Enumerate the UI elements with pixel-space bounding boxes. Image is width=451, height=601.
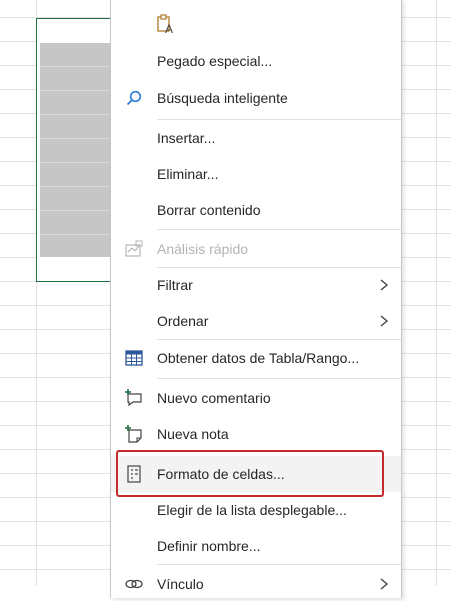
menu-item-label: Definir nombre...	[157, 538, 261, 554]
context-menu: A Pegado especial... Búsqueda inteligent…	[110, 0, 402, 598]
menu-separator	[157, 119, 401, 120]
menu-item-label: Búsqueda inteligente	[157, 90, 288, 106]
menu-item-label: Elegir de la lista desplegable...	[157, 502, 347, 518]
paste-text-icon[interactable]: A	[155, 13, 177, 35]
menu-item-label: Nuevo comentario	[157, 390, 271, 406]
selected-cells-fill	[40, 43, 111, 257]
menu-item-insert[interactable]: Insertar...	[111, 121, 401, 155]
menu-item-quick-analysis: Análisis rápido	[111, 232, 401, 266]
menu-item-new-note[interactable]: Nueva nota	[111, 417, 401, 451]
selected-range[interactable]	[36, 18, 112, 282]
menu-item-paste-special[interactable]: Pegado especial...	[111, 44, 401, 78]
cell-divider	[40, 186, 111, 187]
chevron-right-icon	[377, 278, 391, 292]
menu-item-label: Pegado especial...	[157, 53, 273, 69]
annotation-highlight-box	[116, 450, 384, 497]
cell-divider	[40, 66, 111, 67]
menu-item-pick-list[interactable]: Elegir de la lista desplegable...	[111, 493, 401, 527]
menu-item-label: Nueva nota	[157, 426, 229, 442]
menu-item-label: Análisis rápido	[157, 241, 249, 257]
cell-divider	[40, 234, 111, 235]
menu-item-label: Filtrar	[157, 277, 193, 293]
cell-divider	[40, 138, 111, 139]
cell-divider	[40, 210, 111, 211]
menu-item-link[interactable]: Vínculo	[111, 567, 401, 601]
menu-item-define-name[interactable]: Definir nombre...	[111, 529, 401, 563]
quick-analysis-icon	[123, 238, 145, 260]
cell-divider	[40, 114, 111, 115]
search-icon	[123, 87, 145, 109]
chevron-right-icon	[377, 577, 391, 591]
cell-divider	[40, 90, 111, 91]
menu-item-label: Borrar contenido	[157, 202, 261, 218]
table-icon	[123, 347, 145, 369]
menu-item-clear-contents[interactable]: Borrar contenido	[111, 193, 401, 227]
link-icon	[123, 573, 145, 595]
menu-separator	[157, 378, 401, 379]
menu-item-new-comment[interactable]: Nuevo comentario	[111, 381, 401, 415]
cell-divider	[40, 162, 111, 163]
paste-options-row[interactable]: A	[111, 4, 401, 44]
menu-item-sort[interactable]: Ordenar	[111, 304, 401, 338]
menu-separator	[157, 339, 401, 340]
menu-item-label: Obtener datos de Tabla/Rango...	[157, 350, 360, 366]
menu-item-label: Vínculo	[157, 576, 204, 592]
svg-text:A: A	[165, 22, 173, 35]
menu-item-delete[interactable]: Eliminar...	[111, 157, 401, 191]
menu-item-smart-lookup[interactable]: Búsqueda inteligente	[111, 81, 401, 115]
chevron-right-icon	[377, 314, 391, 328]
menu-item-label: Eliminar...	[157, 166, 219, 182]
note-icon	[123, 423, 145, 445]
menu-item-filter[interactable]: Filtrar	[111, 268, 401, 302]
column-gridline	[436, 0, 437, 586]
menu-item-get-data[interactable]: Obtener datos de Tabla/Rango...	[111, 341, 401, 375]
comment-icon	[123, 387, 145, 409]
menu-separator	[157, 229, 401, 230]
menu-item-label: Ordenar	[157, 313, 209, 329]
menu-item-label: Insertar...	[157, 130, 216, 146]
menu-separator	[157, 564, 401, 565]
